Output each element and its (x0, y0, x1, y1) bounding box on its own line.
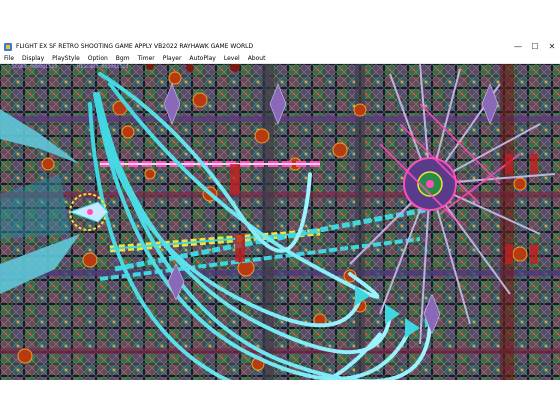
enemy-pod (512, 246, 528, 262)
menu-level[interactable]: Level (220, 55, 244, 62)
window-title: FLIGHT EX SF RETRO SHOOTING GAME APPLY V… (16, 43, 254, 50)
menu-bgm[interactable]: Bgm (112, 55, 134, 62)
app-icon (4, 42, 12, 51)
terrain-band (0, 348, 560, 354)
menu-timer[interactable]: Timer (134, 55, 159, 62)
menu-option[interactable]: Option (84, 55, 112, 62)
enemy-pod (254, 128, 270, 144)
enemy-pod (168, 71, 182, 85)
menu-about[interactable]: About (244, 55, 270, 62)
terrain-band (0, 270, 560, 276)
enemy-pod (121, 125, 135, 139)
menu-player[interactable]: Player (159, 55, 186, 62)
bottom-area (0, 380, 560, 420)
game-scene (0, 64, 560, 380)
enemy-pod (41, 157, 55, 171)
enemy-pod (353, 103, 367, 117)
menu-display[interactable]: Display (18, 55, 48, 62)
enemy-pod (192, 92, 208, 108)
boss-core (403, 157, 457, 211)
enemy-pod (17, 348, 33, 364)
game-canvas[interactable] (0, 64, 560, 380)
menu-file[interactable]: File (0, 55, 18, 62)
enemy-pod (144, 168, 156, 180)
app-window: FLIGHT EX SF RETRO SHOOTING GAME APPLY V… (0, 0, 560, 420)
terrain-pillar (262, 64, 274, 380)
enemy-pod (513, 177, 527, 191)
title-bar: FLIGHT EX SF RETRO SHOOTING GAME APPLY V… (0, 40, 560, 53)
enemy-pod (332, 142, 348, 158)
enemy-pod (82, 252, 98, 268)
menu-bar: File Display PlayStyle Option Bgm Timer … (0, 53, 560, 64)
close-button[interactable]: ✕ (538, 40, 560, 53)
menu-autoplay[interactable]: AutoPlay (185, 55, 219, 62)
menu-playstyle[interactable]: PlayStyle (48, 55, 84, 62)
